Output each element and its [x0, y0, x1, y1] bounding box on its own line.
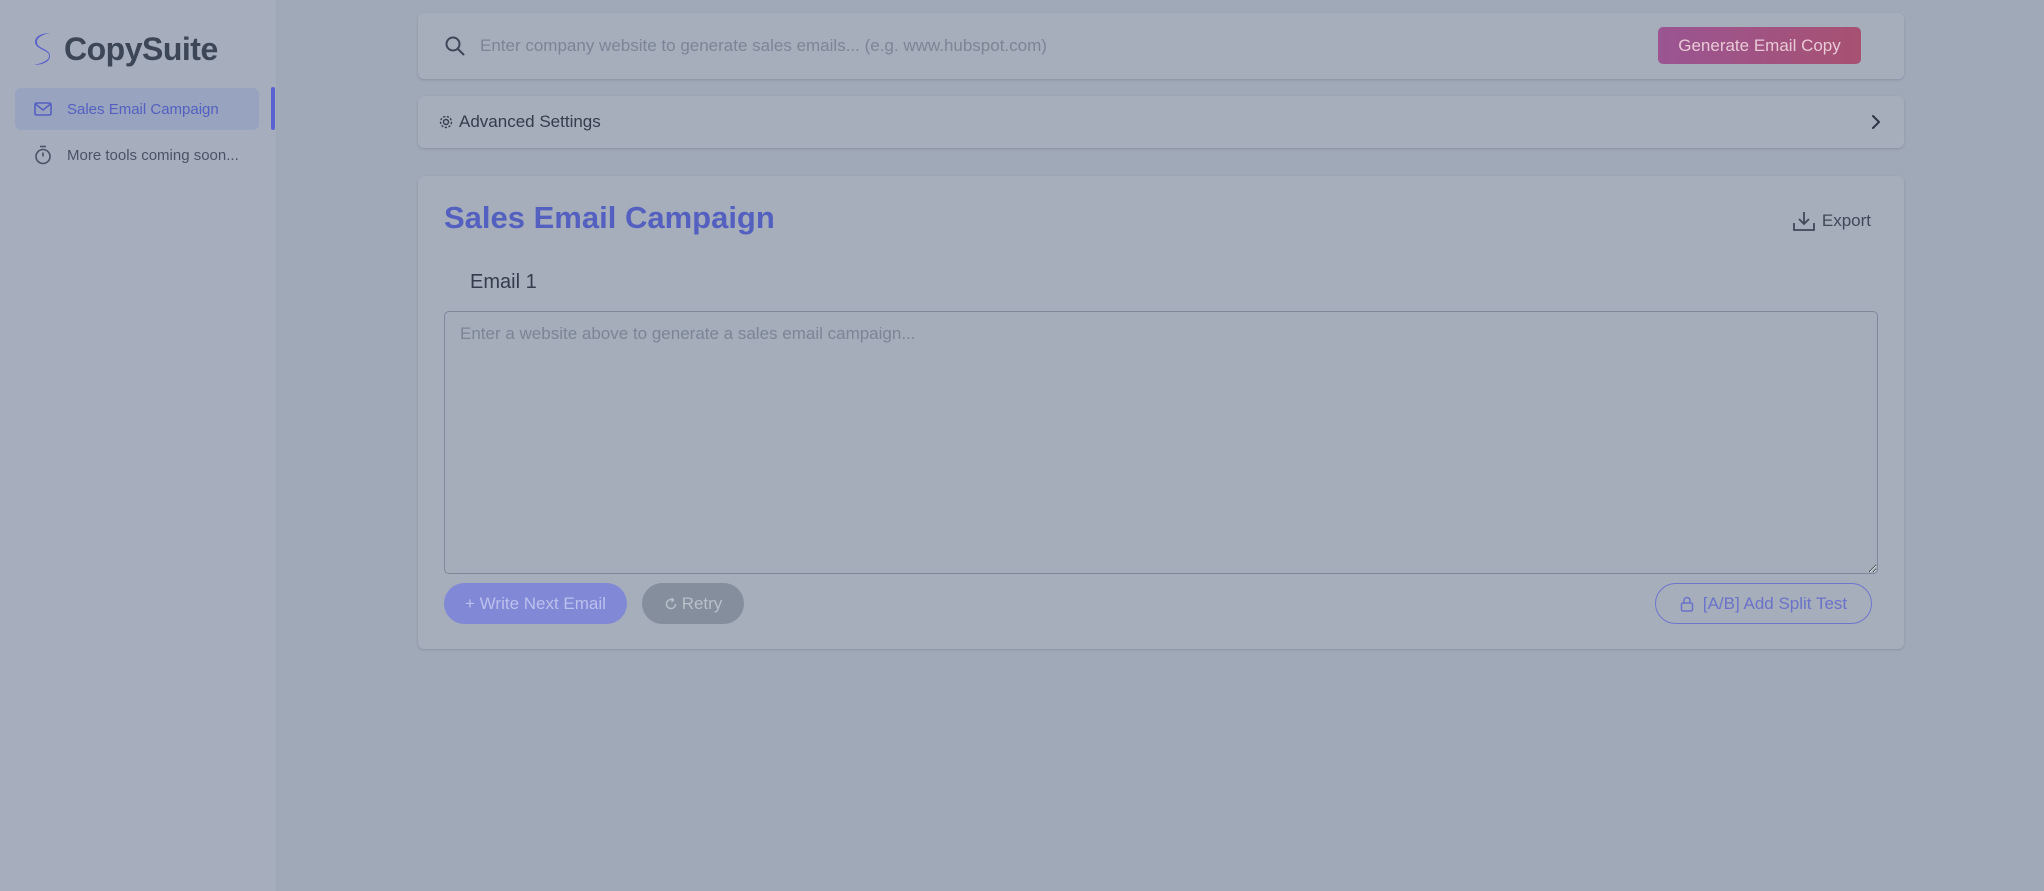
sidebar-item-sales-email-campaign[interactable]: Sales Email Campaign — [15, 88, 259, 130]
sidebar-item-more-tools[interactable]: More tools coming soon... — [15, 134, 259, 176]
stopwatch-icon — [33, 145, 53, 165]
search-bar: Generate Email Copy — [418, 13, 1904, 79]
download-tray-icon — [1792, 212, 1815, 231]
gear-icon — [439, 115, 453, 129]
add-split-test-button[interactable]: [A/B] Add Split Test — [1655, 583, 1872, 624]
search-icon — [445, 36, 465, 56]
campaign-panel: Sales Email Campaign Export Email 1 + Wr… — [418, 176, 1904, 649]
split-test-label: [A/B] Add Split Test — [1702, 593, 1848, 613]
email-body-textarea[interactable] — [444, 311, 1878, 574]
lock-icon — [1680, 596, 1694, 612]
sidebar: CopySuite Sales Email Campaign More tool… — [0, 0, 277, 891]
s-logo-icon — [34, 33, 50, 65]
app-name: CopySuite — [64, 30, 218, 67]
export-button[interactable]: Export — [1792, 210, 1871, 232]
email-heading: Email 1 — [470, 271, 537, 293]
app-logo[interactable]: CopySuite — [28, 30, 218, 68]
advanced-settings-label: Advanced Settings — [459, 112, 601, 131]
advanced-settings-toggle[interactable]: Advanced Settings — [418, 96, 1904, 148]
active-nav-indicator — [271, 87, 275, 130]
write-next-email-button[interactable]: + Write Next Email — [444, 583, 627, 624]
sidebar-item-label: More tools coming soon... — [67, 146, 239, 164]
retry-label: Retry — [681, 593, 723, 613]
mail-icon — [33, 99, 53, 119]
page-title: Sales Email Campaign — [444, 200, 775, 235]
generate-email-copy-button[interactable]: Generate Email Copy — [1658, 27, 1861, 64]
chevron-right-icon — [1872, 115, 1880, 129]
retry-button[interactable]: Retry — [642, 583, 744, 624]
website-search-input[interactable] — [480, 27, 1660, 65]
sidebar-item-label: Sales Email Campaign — [67, 100, 219, 118]
refresh-icon — [665, 596, 676, 609]
export-label: Export — [1821, 211, 1871, 230]
